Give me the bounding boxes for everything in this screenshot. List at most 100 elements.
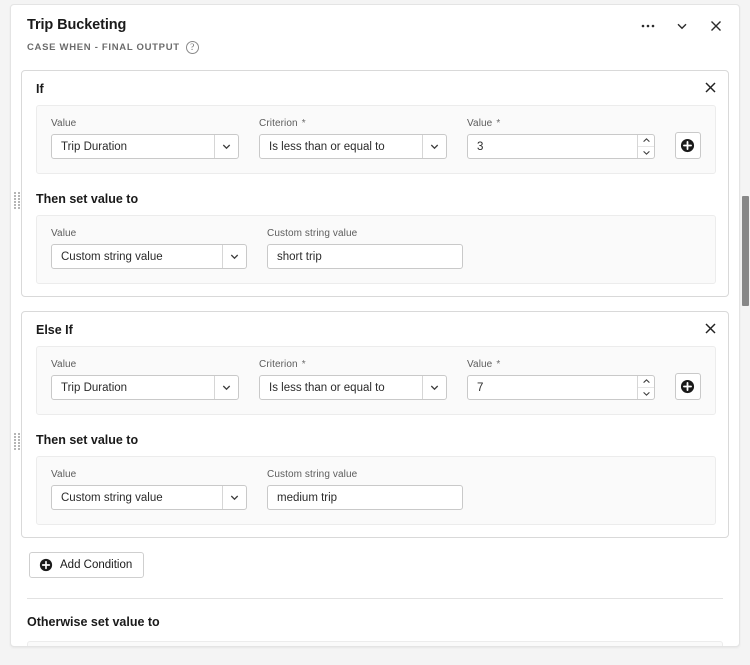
drag-handle[interactable] [14, 192, 20, 209]
case-when-card: Trip Bucketing CASE WHEN - FINAL OUTPUT … [10, 4, 740, 647]
field-compare-value: Value * 7 [467, 359, 655, 400]
subtitle-row: CASE WHEN - FINAL OUTPUT ? [27, 41, 723, 54]
number-stepper [637, 376, 654, 399]
condition-block-else-if: Else If Value Trip Duration [21, 311, 729, 538]
required-marker: * [302, 119, 306, 129]
then-header: Then set value to [22, 427, 728, 456]
then-value-select[interactable]: Custom string value [51, 244, 247, 269]
field-label: Custom string value [267, 469, 463, 480]
ellipsis-icon[interactable] [639, 17, 657, 35]
otherwise-label: Otherwise set value to [27, 615, 160, 629]
card-header: Trip Bucketing CASE WHEN - FINAL OUTPUT … [11, 5, 739, 64]
scrollbar-thumb[interactable] [742, 196, 749, 306]
compare-value-input[interactable]: 7 [467, 375, 655, 400]
required-marker: * [496, 119, 500, 129]
add-condition-label: Add Condition [60, 559, 132, 571]
label-text: Value [51, 118, 76, 129]
field-value: Value Trip Duration [51, 359, 239, 400]
plus-circle-icon [680, 379, 695, 394]
label-text: Criterion [259, 359, 298, 370]
then-value-select-text: Custom string value [52, 486, 222, 509]
field-custom-string: Custom string value medium trip [267, 469, 463, 510]
then-row: Value Custom string value Custom string … [51, 469, 701, 510]
chevron-down-icon [422, 376, 446, 399]
stepper-up-icon[interactable] [638, 135, 654, 147]
remove-condition-icon[interactable] [702, 79, 718, 95]
criterion-select-text: Is less than or equal to [260, 135, 422, 158]
criteria-panel: Value Trip Duration Criterion * [36, 346, 716, 415]
criterion-select-text: Is less than or equal to [260, 376, 422, 399]
field-label: Value * [467, 359, 655, 370]
add-criteria-button[interactable] [675, 373, 701, 400]
otherwise-header: Otherwise set value to [21, 599, 729, 631]
criterion-select[interactable]: Is less than or equal to [259, 134, 447, 159]
header-actions [639, 17, 725, 35]
field-label: Value * [467, 118, 655, 129]
plus-circle-icon [39, 558, 53, 572]
custom-string-input[interactable]: medium trip [267, 485, 463, 510]
stepper-down-icon[interactable] [638, 388, 654, 399]
then-value-select[interactable]: Custom string value [51, 485, 247, 510]
value-select[interactable]: Trip Duration [51, 375, 239, 400]
help-circle-icon[interactable]: ? [186, 41, 199, 54]
add-criteria-button[interactable] [675, 132, 701, 159]
field-label: Custom string value [267, 228, 463, 239]
criterion-select[interactable]: Is less than or equal to [259, 375, 447, 400]
criteria-row: Value Trip Duration Criterion * [51, 359, 701, 400]
compare-value-text: 3 [468, 135, 637, 158]
required-marker: * [496, 360, 500, 370]
then-header: Then set value to [22, 186, 728, 215]
value-select[interactable]: Trip Duration [51, 134, 239, 159]
criteria-row: Value Trip Duration Criterion * [51, 118, 701, 159]
value-select-text: Trip Duration [52, 376, 214, 399]
condition-block-if: If Value Trip Duration [21, 70, 729, 297]
remove-condition-icon[interactable] [702, 320, 718, 336]
then-panel: Value Custom string value Custom string … [36, 215, 716, 284]
chevron-down-icon [422, 135, 446, 158]
field-label: Value [51, 359, 239, 370]
value-select-text: Trip Duration [52, 135, 214, 158]
compare-value-input[interactable]: 3 [467, 134, 655, 159]
stepper-up-icon[interactable] [638, 376, 654, 388]
label-text: Value [51, 469, 76, 480]
stepper-down-icon[interactable] [638, 147, 654, 158]
field-custom-string: Custom string value short trip [267, 228, 463, 269]
field-label: Value [51, 469, 247, 480]
custom-string-input[interactable]: short trip [267, 244, 463, 269]
close-icon[interactable] [707, 17, 725, 35]
field-criterion: Criterion * Is less than or equal to [259, 118, 447, 159]
chevron-down-icon [214, 135, 238, 158]
then-value-select-text: Custom string value [52, 245, 222, 268]
chevron-down-icon[interactable] [673, 17, 691, 35]
drag-handle[interactable] [14, 433, 20, 450]
card-subtitle: CASE WHEN - FINAL OUTPUT [27, 42, 180, 53]
label-text: Value [467, 118, 492, 129]
field-then-value: Value Custom string value [51, 228, 247, 269]
add-condition-button[interactable]: Add Condition [29, 552, 144, 578]
label-text: Custom string value [267, 469, 357, 480]
then-panel: Value Custom string value Custom string … [36, 456, 716, 525]
field-label: Value [51, 228, 247, 239]
criteria-panel: Value Trip Duration Criterion * [36, 105, 716, 174]
condition-label: If [36, 82, 44, 96]
field-label: Value [51, 118, 239, 129]
label-text: Criterion [259, 118, 298, 129]
scrollbar-track[interactable] [741, 0, 750, 665]
chevron-down-icon [214, 376, 238, 399]
condition-header: If [22, 71, 728, 105]
required-marker: * [302, 360, 306, 370]
field-value: Value Trip Duration [51, 118, 239, 159]
then-label: Then set value to [36, 433, 138, 447]
field-then-value: Value Custom string value [51, 469, 247, 510]
condition-header: Else If [22, 312, 728, 346]
field-label: Criterion * [259, 359, 447, 370]
label-text: Value [51, 359, 76, 370]
chevron-down-icon [222, 486, 246, 509]
otherwise-panel: Value Custom string value Custom string … [27, 641, 723, 647]
then-label: Then set value to [36, 192, 138, 206]
condition-label: Else If [36, 323, 73, 337]
field-label: Criterion * [259, 118, 447, 129]
card-body: If Value Trip Duration [11, 64, 739, 647]
page-title: Trip Bucketing [27, 17, 723, 33]
label-text: Value [467, 359, 492, 370]
